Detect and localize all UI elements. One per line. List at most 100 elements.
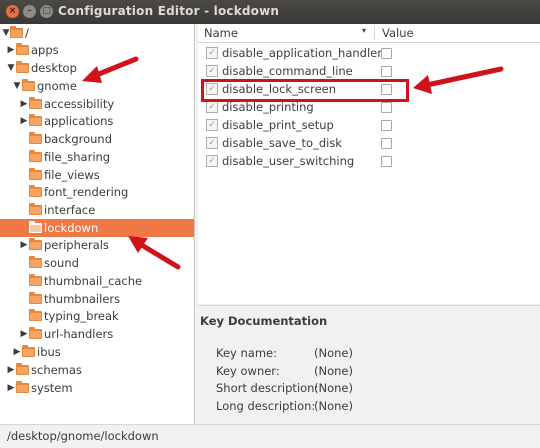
key-type-icon: ✓ xyxy=(206,47,218,59)
key-name: disable_save_to_disk xyxy=(222,136,342,150)
folder-icon xyxy=(16,43,29,55)
tree-row-typing-break[interactable]: typing_break xyxy=(0,307,194,325)
tree-row-thumbnail-cache[interactable]: thumbnail_cache xyxy=(0,272,194,290)
tree-label: typing_break xyxy=(44,309,119,323)
column-header-name[interactable]: Name xyxy=(204,26,238,40)
doc-label: Short description: xyxy=(216,381,319,395)
folder-icon xyxy=(29,168,42,180)
tree-row-system[interactable]: ▶ system xyxy=(0,379,194,397)
tree-row-lockdown[interactable]: lockdown xyxy=(0,219,194,237)
tree-label: system xyxy=(31,381,73,395)
tree-row-gnome[interactable]: ▼ gnome xyxy=(0,77,194,95)
tree-row-font-rendering[interactable]: font_rendering xyxy=(0,183,194,201)
value-checkbox[interactable] xyxy=(381,66,392,77)
collapse-arrow-icon[interactable]: ▶ xyxy=(12,343,22,361)
tree-label: lockdown xyxy=(44,221,99,235)
collapse-arrow-icon[interactable]: ▶ xyxy=(6,379,16,397)
doc-row-short-description: Short description: (None) xyxy=(216,379,536,397)
expand-arrow-icon[interactable]: ▼ xyxy=(6,59,16,77)
doc-label: Long description: xyxy=(216,399,316,413)
folder-icon xyxy=(29,292,42,304)
tree-label: font_rendering xyxy=(44,185,129,199)
collapse-arrow-icon[interactable]: ▶ xyxy=(6,41,16,59)
directory-tree[interactable]: ▼ / ▶ apps ▼ desktop ▼ gnome ▶ accessibi… xyxy=(0,24,195,424)
tree-label: thumbnailers xyxy=(44,292,121,306)
sort-arrow-icon[interactable]: ▾ xyxy=(362,26,366,35)
tree-row-background[interactable]: background xyxy=(0,130,194,148)
tree-row-interface[interactable]: interface xyxy=(0,201,194,219)
folder-icon xyxy=(22,345,35,357)
tree-row-file-sharing[interactable]: file_sharing xyxy=(0,148,194,166)
key-row[interactable]: ✓ disable_application_handlers xyxy=(198,44,540,62)
folder-icon xyxy=(29,309,42,321)
folder-icon xyxy=(29,150,42,162)
doc-value: (None) xyxy=(314,399,353,413)
key-type-icon: ✓ xyxy=(206,101,218,113)
tree-row-ibus[interactable]: ▶ ibus xyxy=(0,343,194,361)
tree-row-thumbnailers[interactable]: thumbnailers xyxy=(0,290,194,308)
tree-label: / xyxy=(25,26,29,40)
folder-icon xyxy=(29,327,42,339)
collapse-arrow-icon[interactable]: ▶ xyxy=(19,95,29,113)
tree-label: peripherals xyxy=(44,238,109,252)
tree-label: gnome xyxy=(37,79,77,93)
key-row[interactable]: ✓ disable_user_switching xyxy=(198,152,540,170)
tree-row-accessibility[interactable]: ▶ accessibility xyxy=(0,95,194,113)
doc-row-long-description: Long description: (None) xyxy=(216,397,536,415)
collapse-arrow-icon[interactable]: ▶ xyxy=(19,112,29,130)
collapse-arrow-icon[interactable]: ▶ xyxy=(19,236,29,254)
tree-label: interface xyxy=(44,203,96,217)
collapse-arrow-icon[interactable]: ▶ xyxy=(19,325,29,343)
tree-label: url-handlers xyxy=(44,327,114,341)
tree-label: accessibility xyxy=(44,97,115,111)
folder-icon xyxy=(29,256,42,268)
doc-title: Key Documentation xyxy=(200,314,328,328)
tree-row-apps[interactable]: ▶ apps xyxy=(0,41,194,59)
folder-icon xyxy=(16,61,29,73)
value-checkbox[interactable] xyxy=(381,138,392,149)
tree-label: thumbnail_cache xyxy=(44,274,143,288)
folder-icon xyxy=(29,274,42,286)
tree-label: schemas xyxy=(31,363,82,377)
column-separator[interactable] xyxy=(374,26,375,40)
key-row[interactable]: ✓ disable_command_line xyxy=(198,62,540,80)
key-documentation-panel: Key Documentation Key name: (None) Key o… xyxy=(198,305,540,425)
tree-row-file-views[interactable]: file_views xyxy=(0,166,194,184)
doc-row-key-name: Key name: (None) xyxy=(216,344,536,362)
tree-row-peripherals[interactable]: ▶ peripherals xyxy=(0,236,194,254)
key-row[interactable]: ✓ disable_print_setup xyxy=(198,116,540,134)
doc-value: (None) xyxy=(314,381,353,395)
tree-label: file_sharing xyxy=(44,150,111,164)
minimize-button[interactable]: – xyxy=(23,5,36,18)
close-button[interactable]: × xyxy=(6,5,19,18)
value-checkbox[interactable] xyxy=(381,120,392,131)
key-type-icon: ✓ xyxy=(206,155,218,167)
tree-row-applications[interactable]: ▶ applications xyxy=(0,112,194,130)
annotation-highlight-box xyxy=(201,79,409,102)
tree-row-url-handlers[interactable]: ▶ url-handlers xyxy=(0,325,194,343)
folder-icon xyxy=(29,132,42,144)
tree-row-desktop[interactable]: ▼ desktop xyxy=(0,59,194,77)
keys-list[interactable]: Name ▾ Value ✓ disable_application_handl… xyxy=(198,24,540,304)
value-checkbox[interactable] xyxy=(381,102,392,113)
status-bar: /desktop/gnome/lockdown xyxy=(0,424,540,448)
tree-row-schemas[interactable]: ▶ schemas xyxy=(0,361,194,379)
tree-row-root[interactable]: ▼ / xyxy=(0,24,194,42)
doc-row-key-owner: Key owner: (None) xyxy=(216,362,536,380)
folder-icon xyxy=(22,79,35,91)
key-type-icon: ✓ xyxy=(206,65,218,77)
collapse-arrow-icon[interactable]: ▶ xyxy=(6,361,16,379)
value-checkbox[interactable] xyxy=(381,48,392,59)
maximize-button[interactable]: □ xyxy=(40,5,53,18)
tree-label: apps xyxy=(31,43,59,57)
key-name: disable_command_line xyxy=(222,64,353,78)
key-row[interactable]: ✓ disable_save_to_disk xyxy=(198,134,540,152)
expand-arrow-icon[interactable]: ▼ xyxy=(12,77,22,95)
tree-row-sound[interactable]: sound xyxy=(0,254,194,272)
value-checkbox[interactable] xyxy=(381,156,392,167)
folder-icon xyxy=(29,97,42,109)
folder-icon xyxy=(29,238,42,250)
current-path: /desktop/gnome/lockdown xyxy=(7,429,159,443)
tree-label: ibus xyxy=(37,345,61,359)
column-header-value[interactable]: Value xyxy=(382,26,414,40)
